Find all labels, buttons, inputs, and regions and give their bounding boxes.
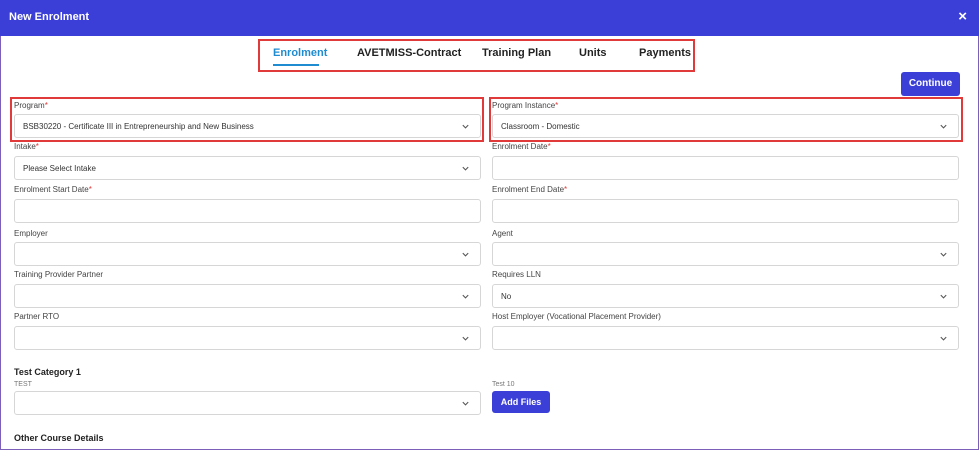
test-select[interactable] (14, 391, 481, 415)
chevron-down-icon (940, 294, 947, 299)
program-label: Program* (14, 101, 48, 110)
intake-value: Please Select Intake (23, 164, 96, 173)
tab-payments[interactable]: Payments (639, 47, 691, 59)
dialog-title: New Enrolment (9, 11, 90, 23)
tab-training-plan[interactable]: Training Plan (482, 47, 551, 59)
host-employer-select[interactable] (492, 326, 959, 350)
agent-label: Agent (492, 229, 513, 238)
active-tab-indicator (273, 64, 319, 66)
enrolment-end-date-label: Enrolment End Date* (492, 185, 568, 194)
training-provider-partner-select[interactable] (14, 284, 481, 308)
program-instance-label: Program Instance* (492, 101, 559, 110)
chevron-down-icon (462, 336, 469, 341)
program-instance-value: Classroom - Domestic (501, 122, 580, 131)
enrolment-end-date-input[interactable] (492, 199, 959, 223)
other-course-details-heading: Other Course Details (14, 433, 104, 443)
host-employer-label: Host Employer (Vocational Placement Prov… (492, 312, 661, 321)
enrolment-date-label: Enrolment Date* (492, 142, 551, 151)
enrolment-start-date-label: Enrolment Start Date* (14, 185, 92, 194)
add-files-button[interactable]: Add Files (492, 391, 550, 413)
tab-units[interactable]: Units (579, 47, 607, 59)
employer-select[interactable] (14, 242, 481, 266)
chevron-down-icon (462, 124, 469, 129)
tab-avetmiss-contract[interactable]: AVETMISS-Contract (357, 47, 461, 59)
agent-select[interactable] (492, 242, 959, 266)
chevron-down-icon (462, 401, 469, 406)
partner-rto-label: Partner RTO (14, 312, 60, 321)
enrolment-date-input[interactable] (492, 156, 959, 180)
intake-label: Intake* (14, 142, 39, 151)
chevron-down-icon (940, 252, 947, 257)
chevron-down-icon (462, 166, 469, 171)
program-instance-select[interactable]: Classroom - Domestic (492, 114, 959, 138)
employer-label: Employer (14, 229, 48, 238)
chevron-down-icon (940, 124, 947, 129)
test-category-heading: Test Category 1 (14, 367, 81, 377)
tab-enrolment[interactable]: Enrolment (273, 47, 327, 59)
chevron-down-icon (462, 252, 469, 257)
continue-button[interactable]: Continue (901, 72, 960, 96)
enrolment-start-date-input[interactable] (14, 199, 481, 223)
chevron-down-icon (940, 336, 947, 341)
test10-label: Test 10 (492, 381, 515, 388)
dialog-header: New Enrolment × (0, 0, 979, 36)
chevron-down-icon (462, 294, 469, 299)
intake-select[interactable]: Please Select Intake (14, 156, 481, 180)
program-select[interactable]: BSB30220 - Certificate III in Entreprene… (14, 114, 481, 138)
partner-rto-select[interactable] (14, 326, 481, 350)
training-provider-partner-label: Training Provider Partner (14, 270, 104, 279)
program-value: BSB30220 - Certificate III in Entreprene… (23, 122, 254, 131)
requires-lln-value: No (501, 292, 512, 301)
requires-lln-label: Requires LLN (492, 270, 541, 279)
requires-lln-select[interactable]: No (492, 284, 959, 308)
close-icon[interactable]: × (958, 8, 967, 26)
test-label: TEST (14, 381, 32, 388)
